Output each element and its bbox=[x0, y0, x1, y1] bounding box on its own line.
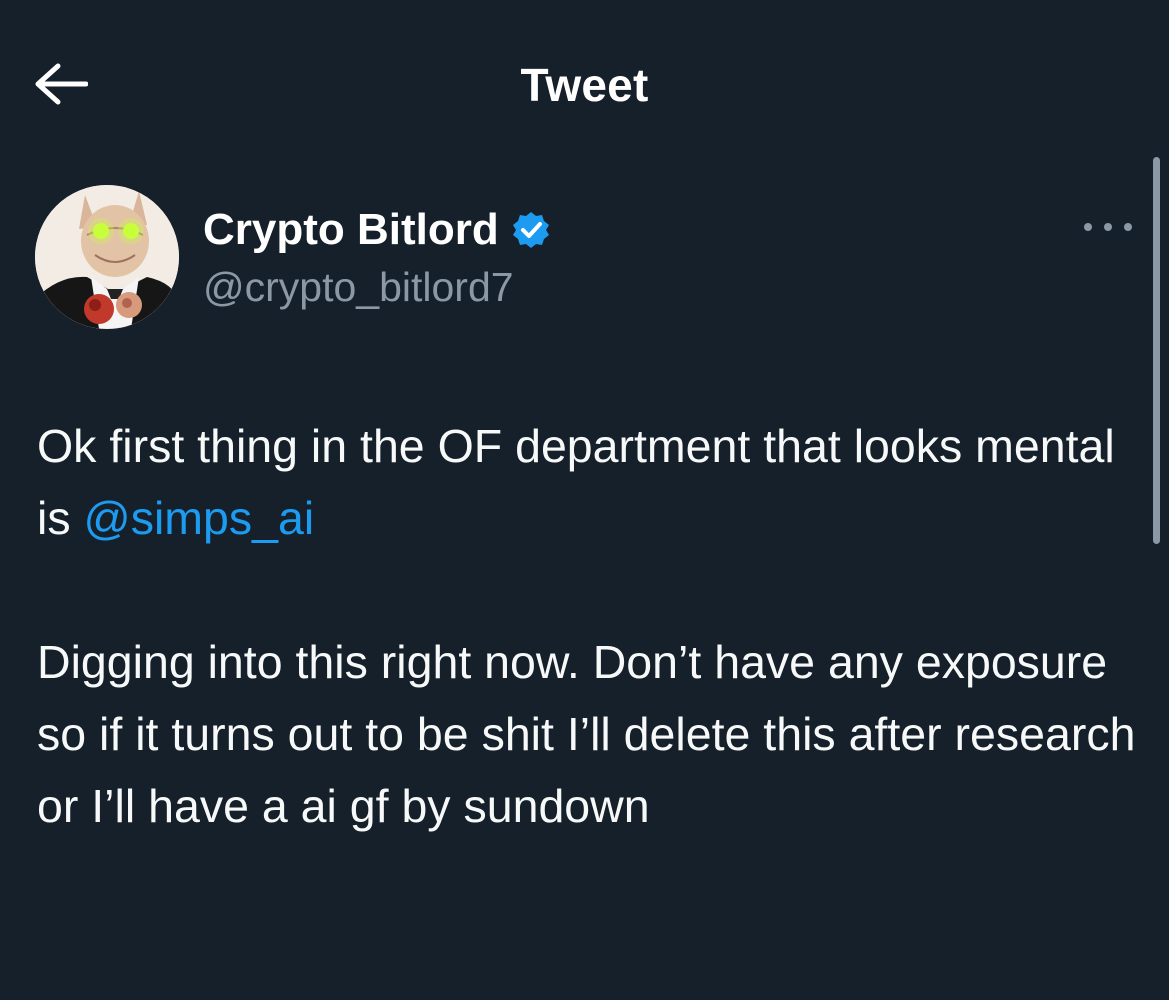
author-name-row: Crypto Bitlord bbox=[203, 202, 551, 258]
top-bar: Tweet bbox=[0, 0, 1169, 165]
tweet-body: Ok first thing in the OF department that… bbox=[37, 410, 1137, 842]
mention-link[interactable]: @simps_ai bbox=[84, 492, 315, 544]
more-options-button[interactable] bbox=[1080, 210, 1136, 244]
more-horizontal-icon bbox=[1084, 223, 1132, 231]
tweet-paragraph: Digging into this right now. Don’t have … bbox=[37, 636, 1136, 832]
display-name[interactable]: Crypto Bitlord bbox=[203, 205, 499, 255]
author-handle[interactable]: @crypto_bitlord7 bbox=[203, 264, 514, 311]
avatar[interactable] bbox=[35, 185, 179, 329]
scrollbar[interactable] bbox=[1153, 157, 1160, 544]
page-title: Tweet bbox=[520, 59, 649, 111]
verified-badge-icon bbox=[512, 212, 549, 248]
tweet-paragraph: Ok first thing in the OF department that… bbox=[37, 410, 1137, 554]
